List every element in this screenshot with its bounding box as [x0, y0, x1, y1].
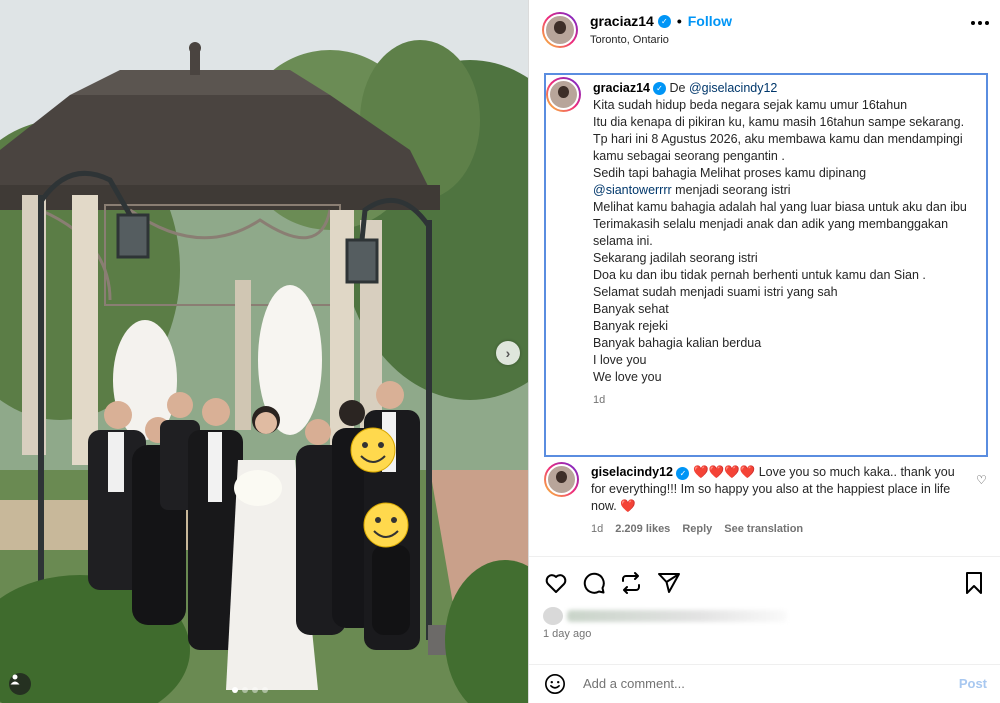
caption-line: Kita sudah hidup beda negara sejak kamu … [593, 98, 908, 112]
add-comment-input[interactable]: Add a comment... [583, 676, 685, 691]
caption-line: Banyak bahagia kalian berdua [593, 336, 762, 350]
caption-line: Melihat kamu bahagia adalah hal yang lua… [593, 200, 967, 214]
chevron-right-icon: › [505, 345, 511, 361]
instagram-post-view: › graciaz14 ✓ • Follow Toronto, Ontario [0, 0, 1000, 703]
comment-meta: 1d 2.209 likes Reply See translation [591, 523, 803, 535]
comment-icon[interactable] [582, 571, 606, 595]
follow-button[interactable]: Follow [688, 13, 732, 29]
liker-avatar [543, 607, 563, 625]
post-comment-button[interactable]: Post [959, 676, 987, 691]
caption-line: Doa ku dan ibu tidak pernah berhenti unt… [593, 268, 926, 282]
caption-line: menjadi seorang istri [675, 183, 791, 197]
carousel-dot [232, 687, 238, 693]
comment-heart-end: ❤️ [620, 499, 636, 513]
author-avatar[interactable] [542, 12, 578, 48]
commenter-avatar[interactable] [544, 462, 579, 497]
caption-line: Itu dia kenapa di pikiran ku, kamu masih… [593, 115, 965, 129]
comment-like-heart-icon[interactable]: ♡ [976, 473, 987, 487]
comment-hearts: ❤️❤️❤️❤️ [692, 465, 756, 479]
comment-timestamp[interactable]: 1d [591, 523, 603, 535]
user-tag-button[interactable] [9, 673, 31, 695]
divider [529, 556, 1000, 557]
caption-author-avatar[interactable] [546, 77, 581, 112]
verified-badge-icon: ✓ [676, 467, 690, 480]
more-options-icon[interactable] [971, 21, 989, 25]
user-tag-icon [10, 674, 20, 685]
post-photo[interactable]: › [0, 0, 528, 703]
caption-line: Banyak sehat [593, 302, 669, 316]
carousel-dot [242, 687, 248, 693]
caption-username[interactable]: graciaz14 [593, 80, 650, 97]
bookmark-icon[interactable] [962, 571, 986, 595]
commenter-username[interactable]: giselacindy12 [591, 465, 673, 479]
caption-line: Banyak rejeki [593, 319, 669, 333]
comment-likes[interactable]: 2.209 likes [615, 523, 670, 535]
emoji-icon[interactable] [544, 673, 566, 695]
post-location[interactable]: Toronto, Ontario [590, 34, 669, 46]
next-photo-button[interactable]: › [496, 341, 520, 365]
comment-reply-button[interactable]: Reply [682, 523, 712, 535]
mention-link[interactable]: @giselacindy12 [689, 81, 777, 95]
repost-icon[interactable] [619, 571, 643, 595]
post-details-panel: graciaz14 ✓ • Follow Toronto, Ontario gr… [528, 0, 1000, 703]
action-bar [529, 568, 1000, 598]
post-timestamp[interactable]: 1 day ago [543, 628, 591, 640]
caption-line: Sedih tapi bahagia Melihat proses kamu d… [593, 166, 867, 180]
caption-line: Terimakasih selalu menjadi anak dan adik… [593, 217, 949, 248]
post-caption: graciaz14 ✓ De @giselacindy12 Kita sudah… [544, 73, 988, 457]
carousel-dot [262, 687, 268, 693]
caption-line: Sekarang jadilah seorang istri [593, 251, 758, 265]
caption-line: Tp hari ini 8 Agustus 2026, aku membawa … [593, 132, 963, 163]
mention-link[interactable]: @siantowerrrr [593, 183, 672, 197]
verified-badge-icon: ✓ [657, 14, 671, 28]
carousel-indicator [232, 687, 268, 693]
see-translation-button[interactable]: See translation [724, 523, 803, 535]
heart-icon[interactable] [544, 571, 568, 595]
caption-line: Selamat sudah menjadi suami istri yang s… [593, 285, 838, 299]
caption-line: I love you [593, 353, 647, 367]
caption-line: We love you [593, 370, 662, 384]
separator-dot: • [676, 13, 682, 29]
author-username[interactable]: graciaz14 [590, 13, 654, 29]
post-header: graciaz14 ✓ • Follow Toronto, Ontario [529, 0, 1000, 60]
likes-summary[interactable] [543, 607, 803, 625]
add-comment-bar: Add a comment... Post [529, 664, 1000, 703]
caption-text: graciaz14 ✓ De @giselacindy12 Kita sudah… [593, 80, 983, 409]
share-icon[interactable] [657, 571, 681, 595]
caption-timestamp[interactable]: 1d [593, 392, 983, 409]
carousel-dot [252, 687, 258, 693]
comment-text: giselacindy12 ✓ ❤️❤️❤️❤️ Love you so muc… [591, 464, 961, 515]
caption-intro: De [669, 81, 686, 95]
wedding-photo-illustration [0, 0, 528, 703]
blurred-likes-text [567, 610, 787, 622]
verified-badge-icon: ✓ [652, 82, 666, 95]
